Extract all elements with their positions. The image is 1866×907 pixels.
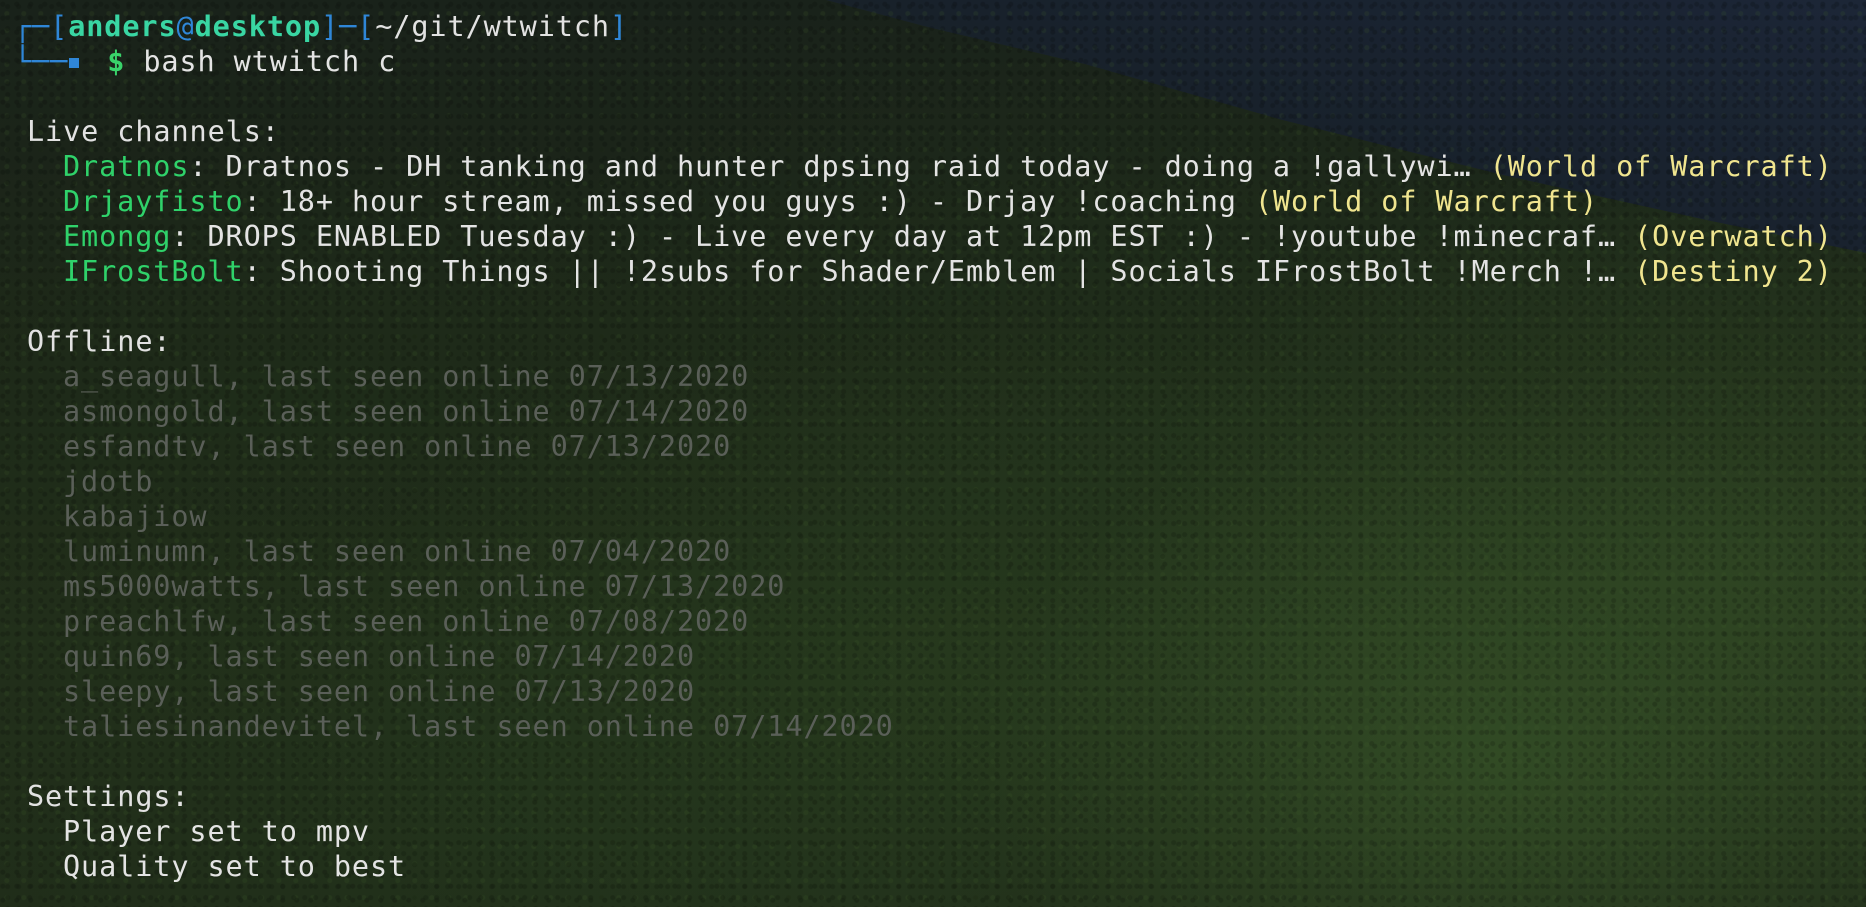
- live-channel-title: 18+ hour stream, missed you guys :) - Dr…: [279, 185, 1237, 218]
- prompt-symbol: $: [107, 45, 126, 78]
- live-channel-row: Emongg: DROPS ENABLED Tuesday :) - Live …: [14, 219, 1854, 254]
- offline-channel-row: kabajiow: [63, 500, 208, 533]
- prompt-header: ┌─[anders@desktop]─[~/git/wtwitch]: [14, 9, 1854, 44]
- offline-channel-row: esfandtv, last seen online 07/13/2020: [63, 430, 732, 463]
- live-channel-separator: :: [243, 185, 280, 218]
- live-heading: Live channels:: [27, 115, 280, 148]
- live-channel-spacer: [1616, 255, 1634, 288]
- live-channel-title: Dratnos - DH tanking and hunter dpsing r…: [225, 150, 1472, 183]
- live-channel-spacer: [1616, 220, 1634, 253]
- offline-channel-row: jdotb: [63, 465, 154, 498]
- offline-channel-row: taliesinandevitel, last seen online 07/1…: [63, 710, 894, 743]
- live-channel-spacer: [1237, 185, 1255, 218]
- command-line[interactable]: └── $ bash wtwitch c: [14, 44, 1854, 79]
- live-channel-separator: :: [243, 255, 280, 288]
- settings-list: Player set to mpv Quality set to best: [14, 814, 1854, 884]
- live-channel-name: Dratnos: [63, 150, 190, 183]
- live-channel-row: Dratnos: Dratnos - DH tanking and hunter…: [14, 149, 1854, 184]
- live-channel-game: (Destiny 2): [1634, 255, 1833, 288]
- terminal-window[interactable]: ┌─[anders@desktop]─[~/git/wtwitch] └── $ …: [14, 9, 1854, 884]
- setting-item: Player set to mpv: [63, 815, 370, 848]
- offline-channel-row: preachlfw, last seen online 07/08/2020: [63, 605, 750, 638]
- setting-item: Quality set to best: [63, 850, 407, 883]
- live-channel-spacer: [1472, 150, 1490, 183]
- command-text: bash wtwitch c: [143, 45, 397, 78]
- offline-heading: Offline:: [27, 325, 172, 358]
- live-channel-name: IFrostBolt: [63, 255, 244, 288]
- prompt-path: ~/git/wtwitch: [375, 10, 610, 43]
- offline-channel-row: sleepy, last seen online 07/13/2020: [63, 675, 696, 708]
- prompt-frame-bottom: └──: [14, 45, 69, 78]
- live-channel-row: IFrostBolt: Shooting Things || !2subs fo…: [14, 254, 1854, 289]
- live-channel-list: Dratnos: Dratnos - DH tanking and hunter…: [14, 149, 1854, 289]
- offline-channel-row: quin69, last seen online 07/14/2020: [63, 640, 696, 673]
- live-channel-title: DROPS ENABLED Tuesday :) - Live every da…: [207, 220, 1617, 253]
- offline-channel-row: luminumn, last seen online 07/04/2020: [63, 535, 732, 568]
- live-channel-title: Shooting Things || !2subs for Shader/Emb…: [279, 255, 1617, 288]
- offline-channel-row: ms5000watts, last seen online 07/13/2020: [63, 570, 786, 603]
- live-channel-row: Drjayfisto: 18+ hour stream, missed you …: [14, 184, 1854, 219]
- prompt-host: desktop: [194, 10, 322, 43]
- offline-channel-row: a_seagull, last seen online 07/13/2020: [63, 360, 750, 393]
- live-channel-game: (Overwatch): [1634, 220, 1833, 253]
- prompt-frame-mid: ]─[: [321, 10, 376, 43]
- live-channel-name: Emongg: [63, 220, 172, 253]
- prompt-frame-end: ]: [609, 10, 629, 43]
- live-channel-separator: :: [189, 150, 226, 183]
- offline-channel-list: a_seagull, last seen online 07/13/2020 as…: [14, 359, 1854, 744]
- prompt-square-icon: [69, 58, 80, 68]
- prompt-user: anders: [68, 10, 177, 43]
- prompt-frame-top: ┌─[: [14, 10, 69, 43]
- prompt-at: @: [176, 10, 195, 43]
- live-channel-game: (World of Warcraft): [1489, 150, 1833, 183]
- settings-heading: Settings:: [27, 780, 190, 813]
- live-channel-name: Drjayfisto: [63, 185, 244, 218]
- live-channel-game: (World of Warcraft): [1254, 185, 1599, 218]
- offline-channel-row: asmongold, last seen online 07/14/2020: [63, 395, 750, 428]
- live-channel-separator: :: [171, 220, 208, 253]
